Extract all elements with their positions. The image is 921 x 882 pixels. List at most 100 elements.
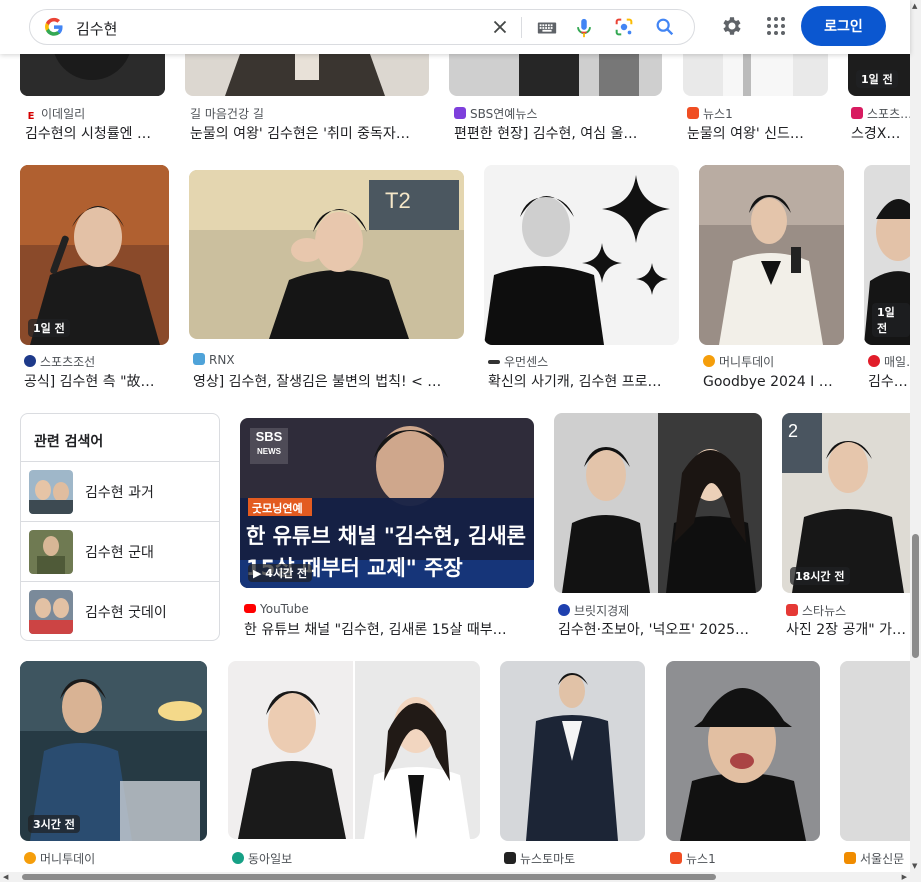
chosun-favicon-icon	[24, 355, 36, 367]
portrait-photo	[228, 661, 480, 839]
result-title[interactable]: 김수현의 시청률엔 …	[25, 123, 165, 143]
portrait-photo	[554, 413, 762, 593]
starnews-favicon-icon	[786, 604, 798, 616]
edaily-favicon-icon: E	[25, 111, 37, 120]
google-logo-icon	[45, 17, 63, 36]
result-source: 서울신문	[844, 850, 910, 865]
result-source: 우먼센스	[488, 353, 679, 368]
result-title[interactable]: 눈물의 여왕' 신드…	[687, 123, 827, 143]
portrait-photo	[500, 661, 645, 841]
search-icon[interactable]	[654, 16, 676, 38]
headline-line-1: 한 유튜브 채널 "김수현, 김새론	[246, 524, 527, 548]
portrait-photo	[699, 165, 844, 345]
portrait-photo: T2	[189, 170, 464, 339]
image-result[interactable]	[500, 661, 645, 841]
search-query[interactable]: 김수현	[76, 18, 117, 39]
news1-favicon-icon	[670, 852, 682, 864]
result-title[interactable]: 김수현·조보아, '넉오프' 2025…	[558, 619, 762, 639]
svg-text:2: 2	[788, 421, 798, 441]
portrait-photo: 2	[782, 413, 910, 593]
related-searches-title: 관련 검색어	[34, 434, 104, 450]
image-result[interactable]: 1일 전	[20, 165, 169, 345]
portrait-photo	[20, 165, 169, 345]
sbs-favicon-icon	[454, 107, 466, 119]
image-result[interactable]	[699, 165, 844, 345]
result-title[interactable]: 공식] 김수현 측 "故…	[24, 371, 169, 391]
donga-favicon-icon	[232, 852, 244, 864]
clear-icon[interactable]	[489, 16, 511, 38]
result-title[interactable]: 사진 2장 공개" 가…	[786, 619, 910, 639]
related-search-item[interactable]: 김수현 과거	[21, 461, 219, 521]
result-source: E 이데일리	[25, 105, 165, 120]
vertical-scroll-thumb[interactable]	[912, 534, 919, 658]
image-result[interactable]: 1일 전	[864, 165, 910, 345]
result-title[interactable]: 스경X이…	[851, 123, 910, 143]
result-source: 스포츠조선	[24, 353, 169, 368]
time-badge: 1일 전	[28, 319, 70, 337]
scroll-left-arrow-icon[interactable]: ◀	[3, 873, 8, 881]
apps-icon[interactable]	[766, 16, 786, 36]
result-source: RNX	[193, 353, 464, 368]
result-source: SBS연예뉴스	[454, 105, 662, 120]
result-source: 머니투데이	[703, 353, 844, 368]
related-search-label: 김수현 굿데이	[85, 605, 167, 621]
result-source: 매일…	[868, 353, 910, 368]
scroll-up-arrow-icon[interactable]: ▲	[912, 2, 917, 10]
related-search-label: 김수현 과거	[85, 485, 154, 501]
image-result[interactable]	[666, 661, 820, 841]
image-result[interactable]: 3시간 전	[20, 661, 207, 841]
image-result[interactable]	[554, 413, 762, 593]
seoul-favicon-icon	[844, 852, 856, 864]
horizontal-scroll-thumb[interactable]	[22, 874, 716, 880]
related-search-item[interactable]: 김수현 군대	[21, 521, 219, 581]
result-title[interactable]: Goodbye 2024 I 용…	[703, 371, 844, 391]
time-badge: 18시간 전	[790, 567, 850, 585]
vertical-scrollbar[interactable]: ▲ ▼	[910, 0, 921, 882]
time-badge: 3시간 전	[28, 815, 80, 833]
result-title[interactable]: 한 유튜브 채널 "김수현, 김새론 15살 때부…	[244, 619, 534, 639]
keyboard-icon[interactable]	[536, 17, 558, 39]
login-button[interactable]: 로그인	[801, 6, 886, 46]
horizontal-scrollbar[interactable]: ◀ ▶	[0, 872, 910, 882]
video-duration-badge: ▶ 4시간 전	[248, 564, 313, 582]
result-title[interactable]: 김수현…	[868, 371, 910, 391]
image-result[interactable]: T2	[189, 170, 464, 339]
related-thumbnail	[29, 530, 73, 574]
image-result[interactable]	[484, 165, 679, 345]
result-title[interactable]: 눈물의 여왕' 김수현은 '취미 중독자…	[190, 123, 429, 143]
result-source: 브릿지경제	[558, 602, 762, 617]
portrait-photo	[20, 661, 207, 841]
search-divider	[521, 17, 522, 38]
related-thumbnail	[29, 590, 73, 634]
mk-favicon-icon	[868, 355, 880, 367]
result-source: 스포츠…	[851, 105, 910, 120]
sbs-news-logo: SBS NEWS	[255, 429, 283, 456]
top-search-bar: 김수현 로그인	[0, 0, 910, 54]
result-source: 스타뉴스	[786, 602, 910, 617]
newstomato-favicon-icon	[504, 852, 516, 864]
womansense-favicon-icon	[488, 360, 500, 364]
gear-icon[interactable]	[719, 14, 743, 38]
scroll-right-arrow-icon[interactable]: ▶	[902, 873, 907, 881]
time-badge: 1일 전	[856, 70, 898, 88]
result-title[interactable]: 영상] 김수현, 잘생김은 불변의 법칙! < …	[193, 371, 464, 391]
portrait-photo	[840, 661, 910, 841]
image-result[interactable]: SBS NEWS 굿모닝연예 한 유튜브 채널 "김수현, 김새론 15살 때부…	[240, 418, 534, 588]
search-box[interactable]: 김수현	[29, 9, 695, 45]
image-result[interactable]	[228, 661, 480, 839]
bridge-favicon-icon	[558, 604, 570, 616]
result-source: YouTube	[244, 602, 534, 617]
scroll-down-arrow-icon[interactable]: ▼	[912, 862, 917, 870]
mt-favicon-icon	[703, 355, 715, 367]
result-source: 길 마음건강 길	[190, 107, 264, 120]
mic-icon[interactable]	[573, 16, 595, 40]
lens-icon[interactable]	[613, 16, 635, 38]
image-result[interactable]: 2 18시간 전	[782, 413, 910, 593]
svg-text:T2: T2	[385, 188, 411, 213]
portrait-photo	[484, 165, 679, 345]
result-source: 머니투데이	[24, 850, 207, 865]
result-title[interactable]: 편편한 현장] 김수현, 여심 울…	[454, 123, 662, 143]
related-search-item[interactable]: 김수현 굿데이	[21, 581, 219, 641]
result-title[interactable]: 확신의 사기캐, 김수현 프로…	[488, 371, 679, 391]
image-result[interactable]	[840, 661, 910, 841]
